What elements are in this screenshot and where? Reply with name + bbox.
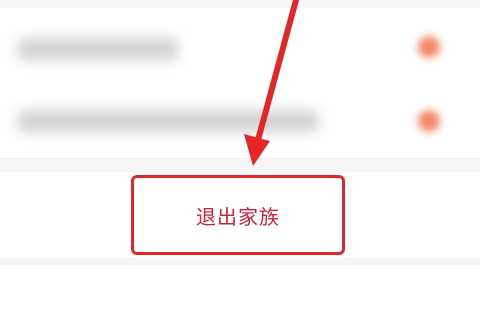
blurred-badge-icon <box>418 110 440 132</box>
blurred-badge-icon <box>418 36 440 58</box>
list-item[interactable] <box>0 86 480 158</box>
divider <box>0 158 480 159</box>
exit-family-button[interactable]: 退出家族 <box>131 175 345 255</box>
bottom-section <box>0 265 480 329</box>
blurred-item-text <box>18 110 318 132</box>
exit-family-label: 退出家族 <box>196 204 280 229</box>
list-item[interactable] <box>0 8 480 86</box>
blurred-item-text <box>18 38 178 60</box>
